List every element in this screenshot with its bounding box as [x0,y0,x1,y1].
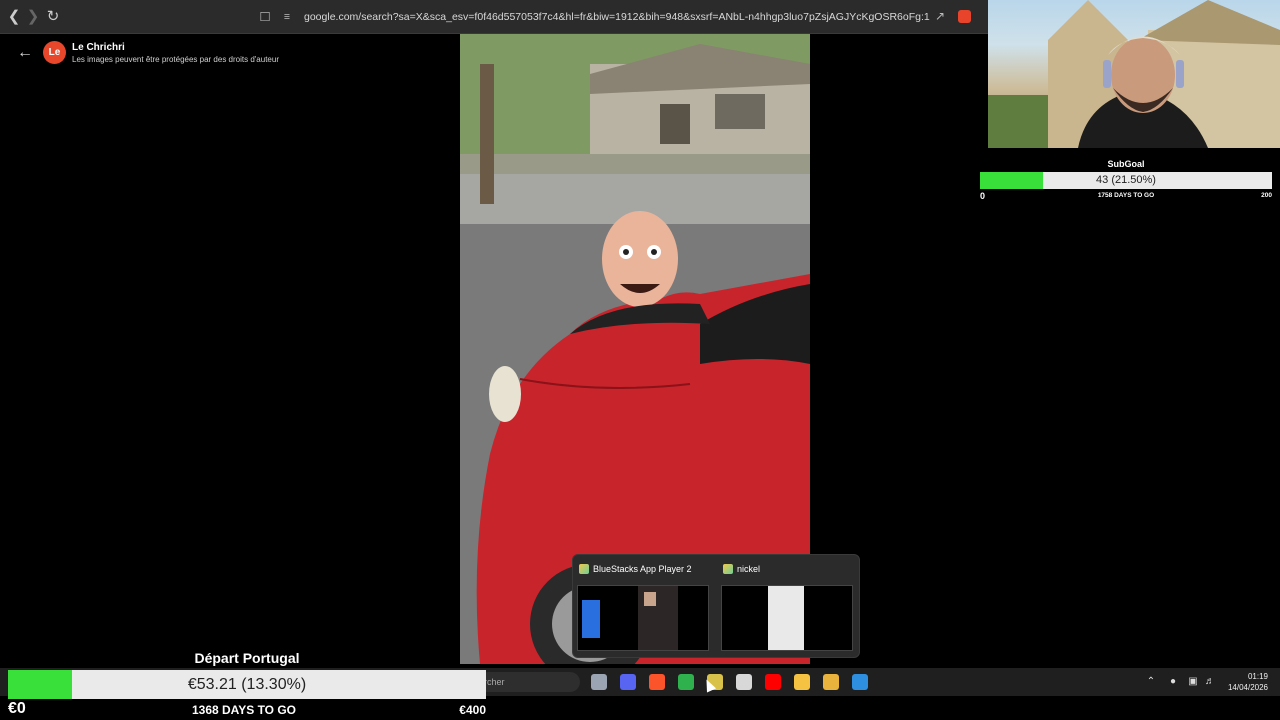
donation-current-label: €53.21 (13.30%) [187,676,307,693]
sheets-icon[interactable] [678,674,694,690]
source-name[interactable]: Le Chrichri [72,42,125,53]
clock-time[interactable]: 01:19 [1228,672,1268,681]
tray-overflow-chevron-icon[interactable]: ⌃ [1144,675,1158,689]
browser-toolbar: ❮ ❯ ↻ □ ≡ google.com/search?sa=X&sca_esv=… [0,0,988,34]
source-avatar[interactable]: Le [43,41,66,64]
donation-progress-bar: €53.21 (13.30%) [8,670,486,699]
subgoal-days-label: 1758 DAYS TO GO [1097,192,1155,199]
donation-max-label: €400 [459,703,486,717]
address-bar[interactable]: ≡ google.com/search?sa=X&sca_esv=f0f46d55… [280,5,930,29]
bluestacks-icon [723,564,733,574]
microphone-icon[interactable]: ● [1166,675,1180,689]
preview-window-title-bluestacks[interactable]: BlueStacks App Player 2 [593,564,692,574]
preview-thumbnail-nickel[interactable] [721,585,853,651]
file-explorer-icon[interactable] [794,674,810,690]
subgoal-max-label: 200 [1261,192,1272,199]
webcam-feed [988,0,1280,148]
donation-goal-title: Départ Portugal [194,650,300,666]
url-text: google.com/search?sa=X&sca_esv=f0f46d557… [304,11,930,23]
donation-days-label: 1368 DAYS TO GO [191,703,297,717]
preview-window-title-nickel[interactable]: nickel [737,564,760,574]
extension-icon[interactable] [958,10,971,23]
subgoal-current-label: 43 (21.50%) [1096,174,1156,186]
taskbar-search-box[interactable]: rcher [478,672,580,692]
copyright-note: Les images peuvent être protégées par de… [72,55,279,64]
task-view-icon[interactable] [591,674,607,690]
bookmark-icon[interactable]: □ [256,8,274,26]
preview-thumbnail-bluestacks[interactable] [577,585,709,651]
close-lightbox-back-icon[interactable]: ← [16,44,34,62]
media-player-icon[interactable] [823,674,839,690]
app-icon[interactable] [852,674,868,690]
webcam-overlay [988,0,1280,148]
subgoal-title: SubGoal [1107,159,1145,169]
brave-icon[interactable] [649,674,665,690]
share-icon[interactable]: ↗ [932,8,948,24]
youtube-icon[interactable] [765,674,781,690]
network-icon[interactable]: ▣ [1186,675,1200,689]
reload-icon[interactable]: ↻ [44,8,62,26]
forward-icon[interactable]: ❯ [24,8,42,26]
site-settings-icon[interactable]: ≡ [280,5,294,29]
volume-icon[interactable]: ♬ [1203,675,1217,689]
obs-icon[interactable] [736,674,752,690]
bluestacks-icon [579,564,589,574]
clock-date[interactable]: 14/04/2026 [1222,683,1268,692]
taskbar-preview-popup: BlueStacks App Player 2 nickel [572,554,860,658]
back-icon[interactable]: ❮ [5,8,23,26]
discord-icon[interactable] [620,674,636,690]
subgoal-progress-bar: 43 (21.50%) [980,172,1272,189]
